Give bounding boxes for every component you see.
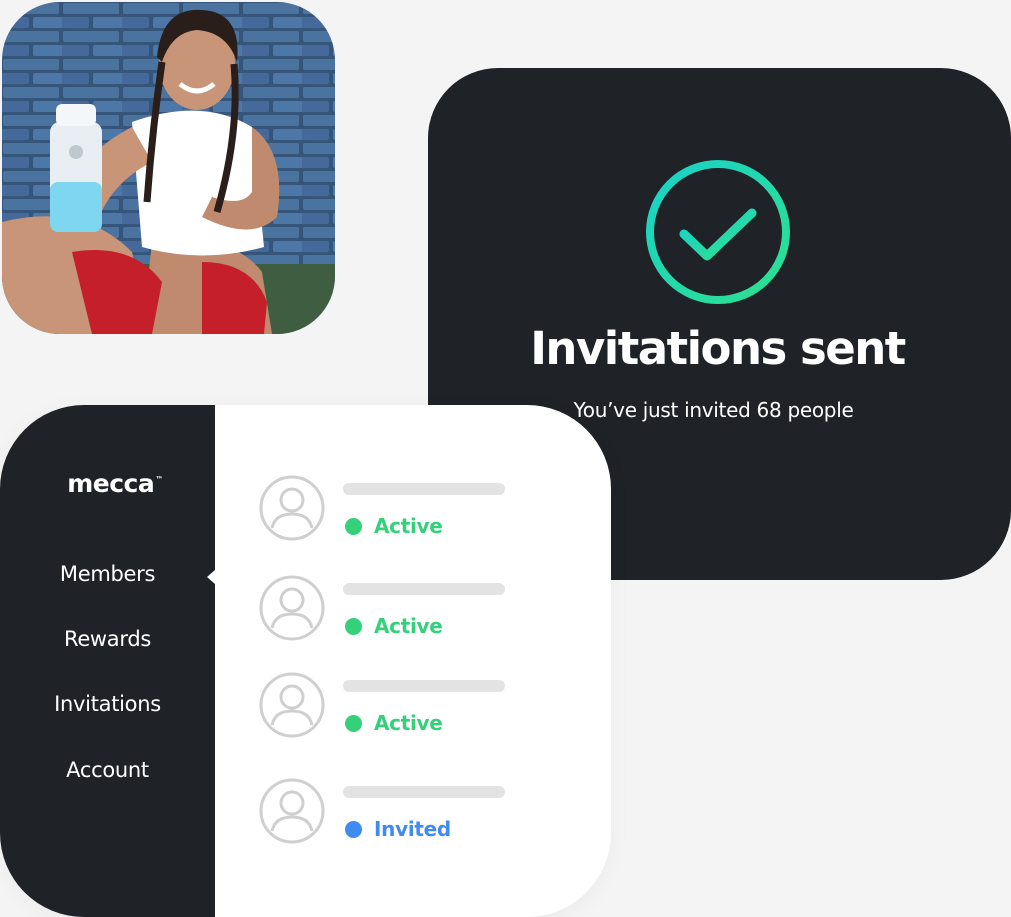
avatar-icon bbox=[259, 475, 325, 541]
person-holding-shaker-photo bbox=[2, 2, 335, 334]
status-badge: Invited bbox=[345, 817, 451, 841]
status-badge: Active bbox=[345, 614, 443, 638]
status-dot bbox=[345, 714, 362, 732]
status-dot bbox=[345, 517, 362, 535]
avatar-icon bbox=[259, 778, 325, 844]
app-logo[interactable]: mecca™ bbox=[0, 469, 230, 498]
photo-card bbox=[2, 2, 335, 334]
logo-trademark: ™ bbox=[155, 475, 163, 484]
sidebar-item-rewards[interactable]: Rewards bbox=[0, 627, 215, 651]
status-label: Invited bbox=[374, 817, 451, 841]
sidebar-item-invitations[interactable]: Invitations bbox=[0, 692, 215, 716]
list-item[interactable]: Invited bbox=[259, 778, 519, 846]
success-title: Invitations sent bbox=[530, 322, 906, 375]
status-label: Active bbox=[374, 711, 443, 735]
status-dot bbox=[345, 617, 362, 635]
avatar-icon bbox=[259, 672, 325, 738]
app-panel: mecca™ Members Rewards Invitations Accou… bbox=[0, 405, 611, 917]
status-badge: Active bbox=[345, 711, 443, 735]
sidebar: mecca™ Members Rewards Invitations Accou… bbox=[0, 405, 215, 917]
list-item[interactable]: Active bbox=[259, 575, 519, 643]
status-label: Active bbox=[374, 614, 443, 638]
status-dot bbox=[345, 820, 362, 838]
sidebar-item-account[interactable]: Account bbox=[0, 758, 215, 782]
sidebar-item-members[interactable]: Members bbox=[0, 562, 215, 586]
avatar-icon bbox=[259, 575, 325, 641]
list-item[interactable]: Active bbox=[259, 672, 519, 740]
status-badge: Active bbox=[345, 514, 443, 538]
name-placeholder bbox=[343, 786, 505, 798]
active-nav-marker bbox=[207, 570, 215, 584]
list-item[interactable]: Active bbox=[259, 475, 519, 543]
check-circle-icon bbox=[644, 158, 792, 306]
status-label: Active bbox=[374, 514, 443, 538]
name-placeholder bbox=[343, 680, 505, 692]
name-placeholder bbox=[343, 483, 505, 495]
name-placeholder bbox=[343, 583, 505, 595]
logo-text: mecca bbox=[67, 469, 155, 498]
